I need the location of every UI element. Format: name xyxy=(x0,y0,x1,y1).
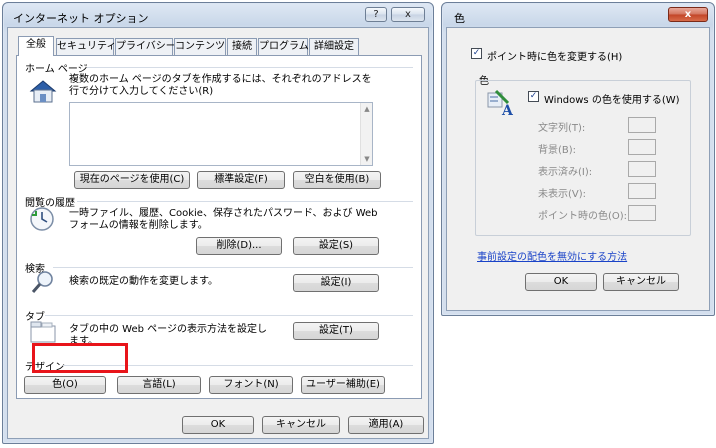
colors-group: A ✓ Windows の色を使用する(W) 文字列(T): 背景(B): 表示… xyxy=(475,80,691,236)
dialog-client: 全般 セキュリティ プライバシー コンテンツ 接続 プログラム 詳細設定 ホーム… xyxy=(7,27,429,439)
text-color-label: 文字列(T): xyxy=(538,123,586,134)
colors-dialog-title: 色 xyxy=(454,12,465,25)
history-clock-icon xyxy=(29,206,55,232)
tab-privacy[interactable]: プライバシー xyxy=(115,38,176,56)
tabs-icon xyxy=(29,320,57,344)
home-page-description: 複数のホーム ページのタブを作成するには、それぞれのアドレスを行で分けて入力して… xyxy=(69,74,372,97)
home-page-urls-input[interactable]: ▲ ▼ xyxy=(69,102,373,166)
search-settings-button[interactable]: 設定(I) xyxy=(293,274,379,292)
use-windows-colors-checkbox[interactable]: ✓ xyxy=(528,91,539,102)
section-divider xyxy=(77,201,413,202)
section-divider xyxy=(53,267,413,268)
unvisited-color-label: 未表示(V): xyxy=(538,189,587,200)
hover-color-checkbox[interactable]: ✓ xyxy=(471,48,482,59)
tab-programs[interactable]: プログラム xyxy=(258,38,309,56)
scrollbar[interactable]: ▲ ▼ xyxy=(360,103,372,165)
tab-advanced[interactable]: 詳細設定 xyxy=(309,38,359,56)
hover-color-swatch[interactable] xyxy=(628,205,656,221)
hover-color-item-label: ポイント時の色(O): xyxy=(538,211,628,222)
colors-button[interactable]: 色(O) xyxy=(24,376,106,394)
tab-content[interactable]: コンテンツ xyxy=(174,38,226,56)
unvisited-color-swatch[interactable] xyxy=(628,183,656,199)
colors-client: ✓ ポイント時に色を変更する(H) 色 A ✓ Windows の色を使用する(… xyxy=(446,27,710,311)
use-blank-button[interactable]: 空白を使用(B) xyxy=(293,171,381,189)
internet-options-window: インターネット オプション ? x 全般 セキュリティ プライバシー コンテンツ… xyxy=(2,2,434,444)
use-current-button[interactable]: 現在のページを使用(C) xyxy=(74,171,190,189)
cancel-button[interactable]: キャンセル xyxy=(262,416,340,434)
svg-text:A: A xyxy=(501,103,514,117)
fonts-button[interactable]: フォント(N) xyxy=(209,376,293,394)
languages-button[interactable]: 言語(L) xyxy=(117,376,201,394)
use-windows-colors-label: Windows の色を使用する(W) xyxy=(544,95,680,106)
disable-preset-colors-link[interactable]: 事前設定の配色を無効にする方法 xyxy=(477,248,627,263)
color-palette-icon: A xyxy=(486,89,516,119)
section-divider xyxy=(87,67,413,68)
background-color-label: 背景(B): xyxy=(538,145,577,156)
background-color-swatch[interactable] xyxy=(628,139,656,155)
tab-general[interactable]: 全般 xyxy=(18,36,54,56)
help-button[interactable]: ? xyxy=(365,7,387,22)
delete-history-button[interactable]: 削除(D)... xyxy=(196,237,282,255)
magnifier-icon xyxy=(31,270,55,294)
ok-button[interactable]: OK xyxy=(182,416,254,434)
colors-button-highlight xyxy=(32,343,128,373)
colors-dialog: 色 x ✓ ポイント時に色を変更する(H) 色 A ✓ Windows の色を使… xyxy=(441,2,715,316)
window-title: インターネット オプション xyxy=(13,12,149,25)
hover-color-label: ポイント時に色を変更する(H) xyxy=(487,52,623,63)
tab-security[interactable]: セキュリティ xyxy=(56,38,116,56)
use-default-button[interactable]: 標準設定(F) xyxy=(197,171,285,189)
search-description: 検索の既定の動作を変更します。 xyxy=(69,276,218,287)
home-page-heading: ホーム ページ xyxy=(25,64,88,75)
section-divider xyxy=(45,315,413,316)
apply-button[interactable]: 適用(A) xyxy=(348,416,424,434)
visited-color-swatch[interactable] xyxy=(628,161,656,177)
colors-ok-button[interactable]: OK xyxy=(525,273,597,291)
colors-close-button[interactable]: x xyxy=(668,7,708,22)
accessibility-button[interactable]: ユーザー補助(E) xyxy=(301,376,385,394)
tabs-settings-button[interactable]: 設定(T) xyxy=(293,322,379,340)
text-color-swatch[interactable] xyxy=(628,117,656,133)
colors-cancel-button[interactable]: キャンセル xyxy=(603,273,679,291)
history-description: 一時ファイル、履歴、Cookie、保存されたパスワード、および Web フォーム… xyxy=(69,208,378,231)
visited-color-label: 表示済み(I): xyxy=(538,167,593,178)
close-button[interactable]: x xyxy=(391,7,425,22)
tab-connections[interactable]: 接続 xyxy=(227,38,257,56)
history-settings-button[interactable]: 設定(S) xyxy=(293,237,379,255)
home-icon xyxy=(29,78,57,104)
scroll-down-icon[interactable]: ▼ xyxy=(361,155,373,163)
scroll-up-icon[interactable]: ▲ xyxy=(361,105,373,113)
